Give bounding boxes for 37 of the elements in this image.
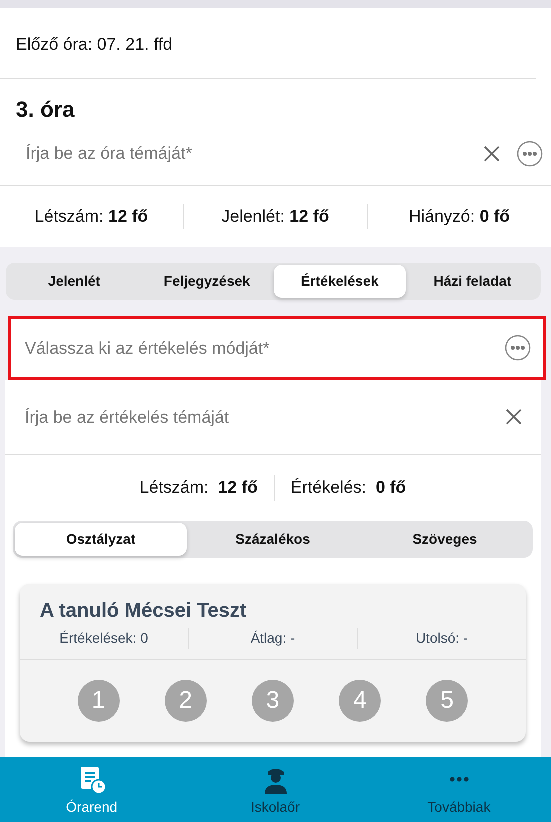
- text-field[interactable]: Írja be az értékelés témáját: [23, 404, 505, 432]
- more-icon[interactable]: [505, 335, 531, 362]
- evaluation-type-tab[interactable]: Százalékos: [187, 522, 359, 556]
- more-icon[interactable]: [517, 140, 543, 167]
- stat-text: Hiányzó: 0 fő: [408, 206, 510, 226]
- stat-text: Jelenlét: 12 fő: [222, 206, 330, 226]
- select-field[interactable]: Válassza ki az értékelés módját*: [8, 316, 546, 380]
- lesson-title: 3. óra: [15, 96, 76, 123]
- nav-label: Iskolaőr: [250, 798, 300, 817]
- grade-button[interactable]: 4: [339, 680, 382, 722]
- student-name: A tanuló Mécsei Teszt: [39, 598, 248, 624]
- student-stat: Utolsó: -: [416, 630, 468, 646]
- clear-icon[interactable]: [505, 408, 523, 426]
- evaluation-type-tab[interactable]: Osztályzat: [15, 522, 187, 556]
- tab[interactable]: Értékelések: [274, 265, 406, 298]
- tab[interactable]: Feljegyzések: [140, 265, 274, 298]
- nav-label: Órarend: [66, 798, 118, 817]
- previous-lesson-text: Előző óra: 07. 21. ffd: [15, 34, 174, 56]
- nav-label: Továbbiak: [428, 798, 491, 817]
- stat-text: Értékelés: 0 fő: [290, 478, 406, 498]
- grade-button[interactable]: 2: [164, 680, 207, 722]
- student-stat: Átlag: -: [250, 630, 296, 646]
- tab[interactable]: Házi feladat: [406, 265, 539, 298]
- grade-button[interactable]: 1: [78, 680, 120, 722]
- stat-text: Létszám: 12 fő: [34, 206, 148, 226]
- evaluation-type-tab[interactable]: Szöveges: [359, 522, 531, 556]
- more-icon: [450, 777, 469, 782]
- tab[interactable]: Jelenlét: [8, 265, 141, 298]
- nav-tab[interactable]: Továbbiak: [367, 757, 551, 822]
- nav-tab[interactable]: Iskolaőr: [184, 757, 368, 822]
- stat-text: Létszám: 12 fő: [140, 478, 258, 498]
- clear-icon[interactable]: [483, 144, 501, 163]
- text-field[interactable]: Írja be az óra témáját*: [24, 140, 483, 168]
- nav-tab[interactable]: Órarend: [0, 757, 184, 822]
- student-stat: Értékelések: 0: [60, 630, 148, 646]
- grade-button[interactable]: 3: [252, 680, 294, 722]
- grade-button[interactable]: 5: [426, 680, 468, 722]
